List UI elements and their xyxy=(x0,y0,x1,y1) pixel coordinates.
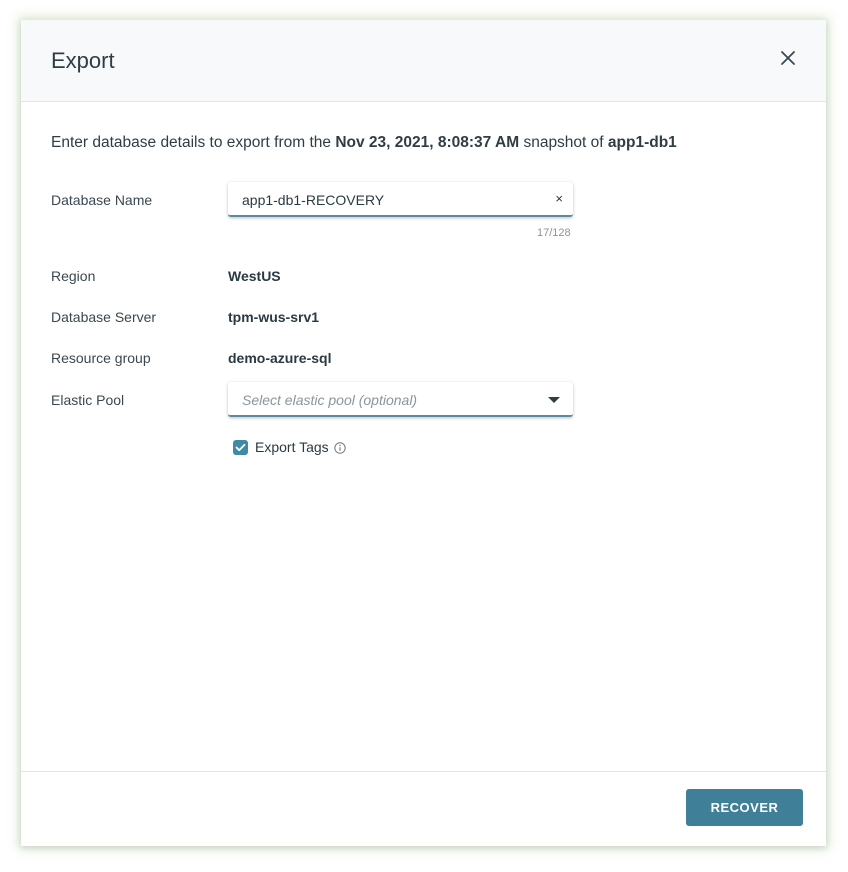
dialog-body: Enter database details to export from th… xyxy=(21,102,826,772)
resource-group-value: demo-azure-sql xyxy=(228,350,332,366)
source-database: app1-db1 xyxy=(607,134,677,151)
check-icon xyxy=(235,443,246,452)
region-label: Region xyxy=(51,268,96,284)
snapshot-time: Nov 23, 2021, 8:08:37 AM xyxy=(335,134,520,151)
export-dialog: Export Enter database details to export … xyxy=(21,20,826,846)
dialog-title: Export xyxy=(51,48,115,73)
intro-middle: snapshot of xyxy=(519,134,608,151)
dialog-footer: RECOVER xyxy=(21,772,826,845)
database-name-input[interactable]: app1-db1-RECOVERY × xyxy=(228,182,573,217)
info-icon[interactable] xyxy=(334,441,346,454)
dialog-header: Export xyxy=(21,20,826,102)
database-server-label: Database Server xyxy=(51,309,157,325)
recover-button[interactable]: RECOVER xyxy=(686,789,803,826)
resource-group-label: Resource group xyxy=(51,350,151,366)
elastic-pool-placeholder: Select elastic pool (optional) xyxy=(242,392,418,408)
database-server-value: tpm-wus-srv1 xyxy=(228,309,320,325)
region-value: WestUS xyxy=(228,268,281,284)
elastic-pool-label: Elastic Pool xyxy=(51,392,125,408)
intro-text: Enter database details to export from th… xyxy=(51,134,677,152)
database-name-value: app1-db1-RECOVERY xyxy=(242,192,385,208)
database-name-label: Database Name xyxy=(51,192,153,208)
chevron-down-icon[interactable] xyxy=(548,397,560,403)
export-tags-checkbox[interactable] xyxy=(233,440,248,455)
elastic-pool-select[interactable]: Select elastic pool (optional) xyxy=(228,382,573,417)
character-counter: 17/128 xyxy=(537,227,571,239)
intro-prefix: Enter database details to export from th… xyxy=(51,134,336,151)
clear-icon[interactable]: × xyxy=(555,191,563,206)
export-tags-label: Export Tags xyxy=(255,439,329,455)
close-icon[interactable] xyxy=(778,48,798,68)
